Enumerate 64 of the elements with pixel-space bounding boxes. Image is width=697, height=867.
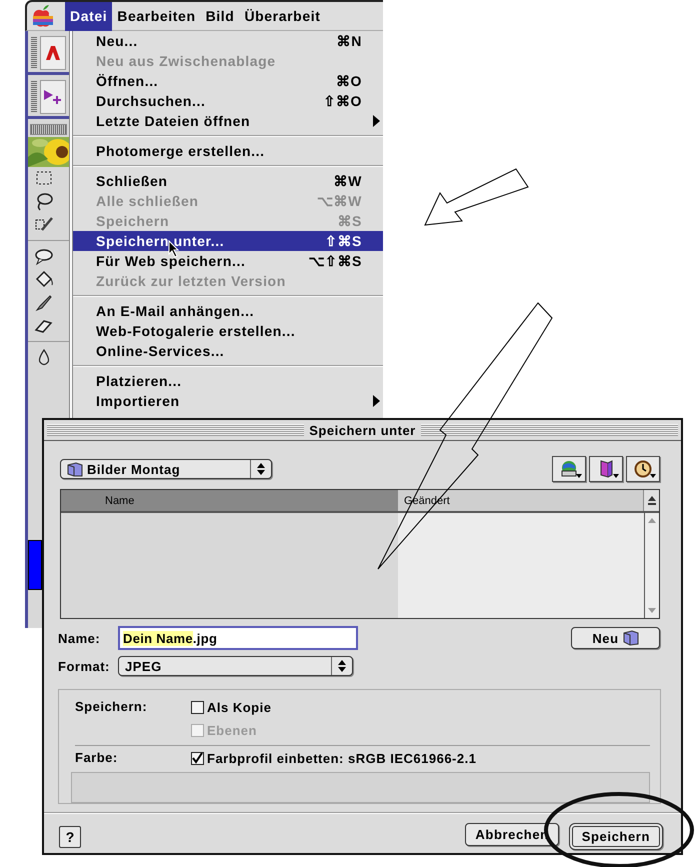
- recent-button[interactable]: [626, 456, 660, 482]
- menu-item[interactable]: Photomerge erstellen...: [73, 141, 383, 161]
- menu-item[interactable]: Speichern unter... ⇧⌘S: [73, 231, 383, 251]
- menu-title[interactable]: Bild: [200, 2, 240, 30]
- scroll-up-icon: [648, 518, 656, 523]
- move-tool-icon: [43, 89, 63, 105]
- menu-item[interactable]: Platzieren...: [73, 371, 383, 391]
- scroll-down-icon: [648, 608, 656, 613]
- speech-bubble-icon: [34, 247, 54, 266]
- drive-globe-icon: [559, 459, 579, 479]
- move-tool-button[interactable]: [40, 80, 66, 114]
- shortcuts-button[interactable]: [552, 456, 586, 482]
- checkmark-icon: [192, 752, 203, 764]
- grip-handle[interactable]: [31, 81, 37, 113]
- format-popup[interactable]: JPEG: [118, 656, 353, 676]
- option-label: Speichern:: [74, 698, 148, 716]
- help-button[interactable]: ?: [59, 826, 81, 848]
- favorites-button[interactable]: [589, 456, 623, 482]
- logo-icon: [45, 45, 61, 61]
- clock-icon: [633, 459, 653, 479]
- sort-icon: [648, 496, 656, 505]
- menu-title[interactable]: Bearbeiten: [112, 2, 201, 30]
- updown-arrows-icon: [257, 463, 265, 475]
- menu-title[interactable]: Überarbeit: [239, 2, 326, 30]
- color-swatch[interactable]: [28, 540, 42, 590]
- checkbox[interactable]: [191, 752, 204, 765]
- scrollbar[interactable]: [644, 513, 659, 618]
- input-field[interactable]: Dein Name.jpg: [118, 626, 358, 650]
- field-label: Format:: [58, 658, 111, 674]
- menu-item[interactable]: Schließen ⌘W: [73, 171, 383, 191]
- menu-item[interactable]: Letzte Dateien öffnen: [73, 111, 383, 131]
- checkbox[interactable]: [191, 701, 204, 714]
- menu-item[interactable]: Für Web speichern... ⌥⇧⌘S: [73, 251, 383, 271]
- column-header[interactable]: Name: [61, 490, 398, 511]
- checkbox-label: Farbprofil einbetten: sRGB IEC61966-2.1: [207, 750, 476, 766]
- updown-arrows-icon: [338, 660, 346, 672]
- new-folder-button[interactable]: Neu: [571, 627, 660, 649]
- grip-bar[interactable]: [30, 124, 67, 135]
- dropdown-arrow-icon: [576, 474, 582, 478]
- menu-item[interactable]: Neu... ⌘N: [73, 31, 383, 51]
- folder-popup[interactable]: Bilder Montag: [60, 459, 272, 479]
- sort-button[interactable]: [644, 490, 659, 511]
- dropdown-arrow-icon: [613, 474, 619, 478]
- menu-item[interactable]: Importieren: [73, 391, 383, 411]
- menu-item[interactable]: Web-Fotogalerie erstellen...: [73, 321, 383, 341]
- dialog-button[interactable]: Speichern: [568, 823, 663, 850]
- logo-button[interactable]: [40, 36, 66, 70]
- menu-item[interactable]: An E-Mail anhängen...: [73, 301, 383, 321]
- paint-bucket-icon: [34, 270, 54, 289]
- apple-icon: [31, 4, 55, 28]
- dropdown-arrow-icon: [650, 474, 656, 478]
- checkbox-label: Als Kopie: [207, 700, 272, 715]
- field-label: Name:: [58, 630, 102, 646]
- folder-icon: [622, 630, 639, 646]
- brush-icon: [34, 293, 54, 312]
- folder-icon: [67, 462, 83, 476]
- menu-title[interactable]: Datei: [65, 2, 112, 30]
- menu-item[interactable]: Durchsuchen... ⇧⌘O: [73, 91, 383, 111]
- option-label: Farbe:: [74, 748, 119, 767]
- menu-item[interactable]: Öffnen... ⌘O: [73, 71, 383, 91]
- checkbox-label: Ebenen: [207, 723, 257, 738]
- grip-handle[interactable]: [31, 37, 37, 69]
- window-title: Speichern unter: [304, 422, 421, 438]
- menu-item[interactable]: Online-Services...: [73, 341, 383, 361]
